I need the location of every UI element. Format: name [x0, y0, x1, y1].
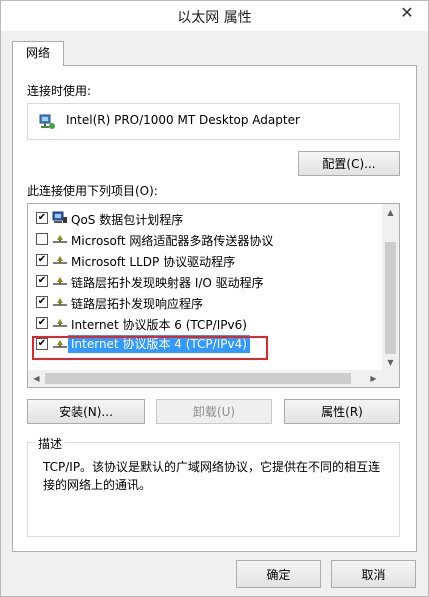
horizontal-scroll-thumb[interactable] — [45, 373, 351, 384]
configure-button[interactable]: 配置(C)... — [298, 151, 400, 176]
list-item[interactable]: ✔ 链路层拓扑发现响应程序 — [28, 292, 383, 312]
protocol-icon — [53, 298, 67, 306]
protocol-icon — [53, 319, 67, 327]
item-label: Microsoft 网络适配器多路传送器协议 — [71, 234, 274, 248]
items-label: 此连接使用下列项目(O): — [27, 184, 158, 198]
item-checkbox[interactable]: ✔ — [36, 317, 48, 329]
item-label: 链路层拓扑发现响应程序 — [71, 297, 204, 311]
adapter-name: Intel(R) PRO/1000 MT Desktop Adapter — [66, 113, 300, 127]
description-text: TCP/IP。该协议是默认的广域网络协议，它提供在不同的相互连接的网络上的通讯。 — [43, 460, 381, 492]
cancel-button[interactable]: 取消 — [331, 560, 416, 588]
protocol-icon — [53, 235, 67, 243]
title-bar: 以太网 属性 ✕ — [1, 1, 428, 31]
scrollbar-corner — [382, 370, 399, 387]
list-item[interactable]: Microsoft 网络适配器多路传送器协议 — [28, 229, 383, 249]
vertical-scrollbar[interactable]: ▲ ▼ — [382, 204, 399, 371]
connect-using-label: 连接时使用: — [27, 84, 92, 98]
list-item[interactable]: ✔ Internet 协议版本 6 (TCP/IPv6) — [28, 313, 383, 333]
scroll-right-icon[interactable]: ▶ — [365, 370, 382, 387]
red-highlight-box — [32, 336, 268, 360]
scroll-up-icon[interactable]: ▲ — [382, 204, 399, 221]
uninstall-button: 卸载(U) — [156, 399, 272, 424]
tab-network[interactable]: 网络 — [12, 41, 64, 66]
network-adapter-icon — [39, 114, 55, 129]
items-listbox[interactable]: ✔ QoS 数据包计划程序 Microsoft 网络适配器多路传送器协议 ✔ Micro… — [27, 203, 400, 388]
window-title: 以太网 属性 — [177, 10, 252, 26]
protocol-icon — [53, 256, 67, 264]
item-checkbox[interactable]: ✔ — [36, 254, 48, 266]
item-checkbox[interactable]: ✔ — [36, 296, 48, 308]
qos-icon — [52, 211, 67, 223]
protocol-icon — [53, 277, 67, 285]
description-title: 描述 — [35, 435, 66, 452]
install-button[interactable]: 安装(N)... — [27, 399, 145, 424]
item-label: Internet 协议版本 6 (TCP/IPv6) — [71, 318, 247, 332]
item-checkbox[interactable] — [36, 233, 48, 245]
horizontal-scrollbar[interactable]: ◀ ▶ — [28, 370, 399, 387]
item-label: Microsoft LLDP 协议驱动程序 — [71, 255, 236, 269]
close-button[interactable]: ✕ — [392, 1, 422, 23]
list-item[interactable]: ✔ 链路层拓扑发现映射器 I/O 驱动程序 — [28, 271, 383, 291]
properties-dialog: 以太网 属性 ✕ 网络 连接时使用: Intel(R) PRO/1000 MT … — [0, 0, 429, 597]
adapter-box: Intel(R) PRO/1000 MT Desktop Adapter — [27, 103, 400, 140]
vertical-scroll-thumb[interactable] — [385, 242, 396, 354]
list-item[interactable]: ✔ QoS 数据包计划程序 — [28, 208, 383, 228]
item-checkbox[interactable]: ✔ — [36, 275, 48, 287]
scroll-left-icon[interactable]: ◀ — [28, 370, 45, 387]
scroll-down-icon[interactable]: ▼ — [382, 354, 399, 371]
close-icon: ✕ — [400, 2, 414, 22]
ok-button[interactable]: 确定 — [236, 560, 321, 588]
item-checkbox[interactable]: ✔ — [36, 212, 48, 224]
list-item[interactable]: ✔ Microsoft LLDP 协议驱动程序 — [28, 250, 383, 270]
item-label: QoS 数据包计划程序 — [71, 213, 184, 227]
item-label: 链路层拓扑发现映射器 I/O 驱动程序 — [71, 276, 264, 290]
properties-button[interactable]: 属性(R) — [284, 399, 400, 424]
